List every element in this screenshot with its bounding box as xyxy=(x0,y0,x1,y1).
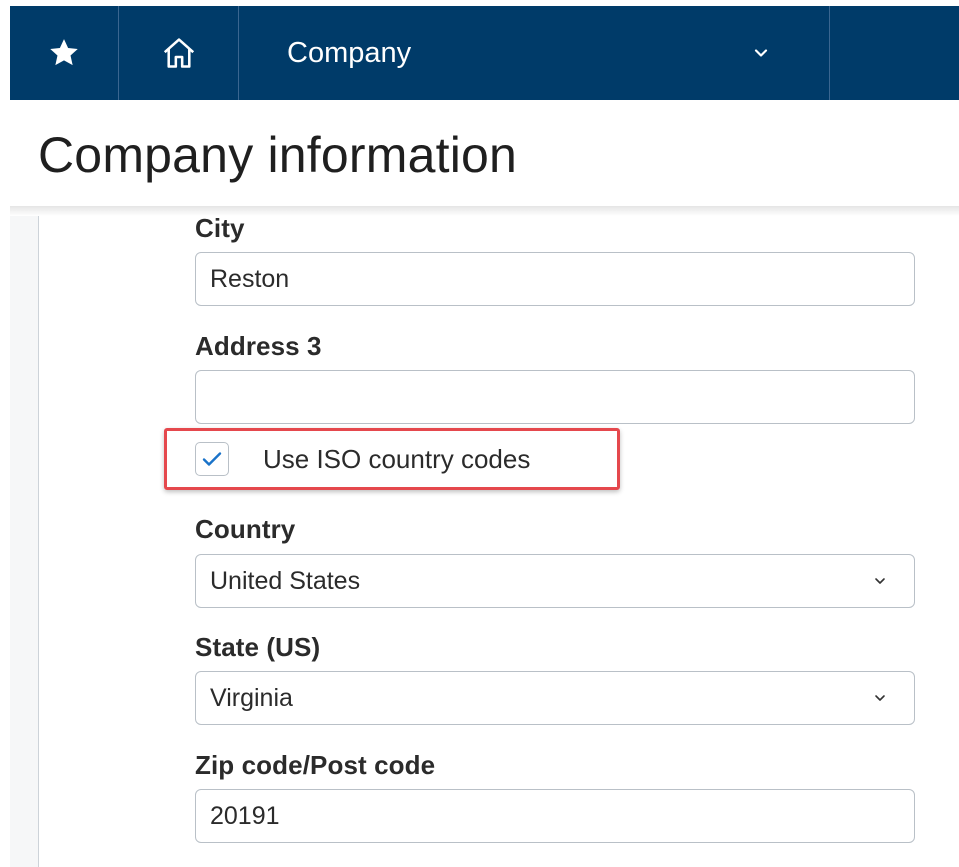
top-nav-bar: Company xyxy=(10,6,959,100)
iso-codes-label[interactable]: Use ISO country codes xyxy=(263,444,530,475)
checkmark-icon xyxy=(202,452,222,466)
city-label: City xyxy=(195,213,245,243)
iso-codes-checkbox[interactable] xyxy=(195,442,229,476)
module-selector[interactable]: Company xyxy=(239,6,830,100)
home-button[interactable] xyxy=(119,6,239,100)
chevron-down-icon xyxy=(875,578,885,584)
chevron-down-icon xyxy=(875,695,885,701)
favorites-button[interactable] xyxy=(10,6,119,100)
zip-label: Zip code/Post code xyxy=(195,750,436,780)
zip-input[interactable]: 20191 xyxy=(195,789,915,843)
left-rail xyxy=(38,216,39,867)
module-label: Company xyxy=(287,36,412,69)
city-input[interactable]: Reston xyxy=(195,252,915,306)
city-value: Reston xyxy=(210,264,290,293)
address3-input[interactable] xyxy=(195,370,915,424)
page-title: Company information xyxy=(38,127,518,183)
star-icon xyxy=(50,39,78,66)
header-divider xyxy=(10,206,959,216)
state-label: State (US) xyxy=(195,632,321,662)
state-value: Virginia xyxy=(210,683,293,712)
left-rail-shade xyxy=(10,216,38,867)
country-label: Country xyxy=(195,514,296,544)
zip-value: 20191 xyxy=(210,801,280,830)
country-select[interactable]: United States xyxy=(195,554,915,608)
home-icon xyxy=(163,38,194,68)
address3-label: Address 3 xyxy=(195,331,322,361)
state-select[interactable]: Virginia xyxy=(195,671,915,725)
country-value: United States xyxy=(210,566,361,595)
nav-empty-area xyxy=(830,6,959,100)
chevron-down-icon xyxy=(754,49,768,57)
